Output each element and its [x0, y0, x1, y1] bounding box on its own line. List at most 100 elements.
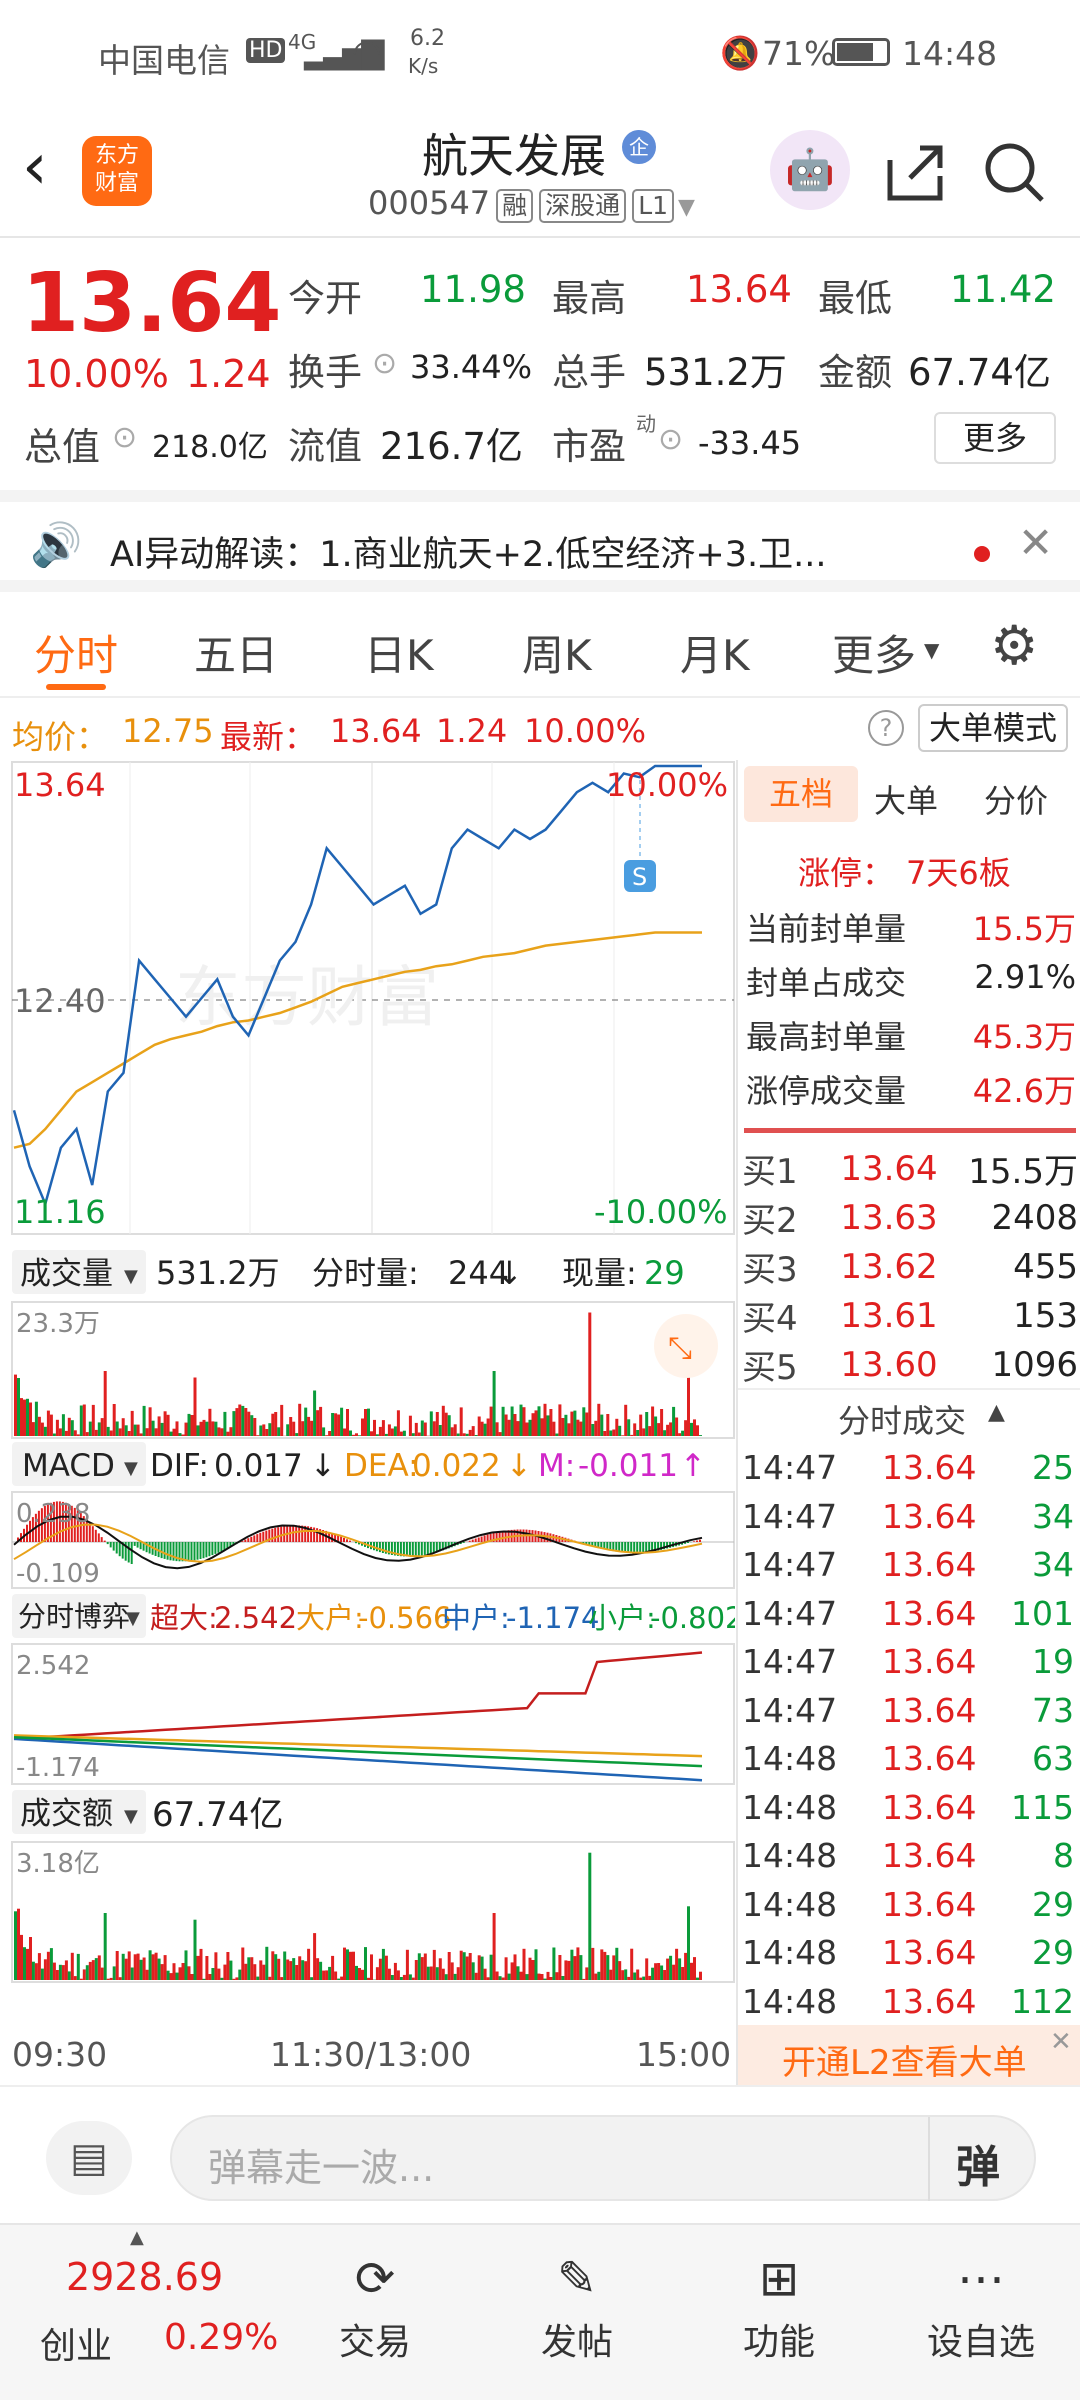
trade-row[interactable]: 14:48 13.64 112 — [742, 1976, 1074, 2025]
tab-five-levels[interactable]: 五档 — [744, 766, 858, 822]
bar — [633, 1972, 637, 1980]
ai-robot-icon[interactable]: 🤖 — [770, 130, 850, 210]
bar — [474, 1435, 478, 1436]
trade-row[interactable]: 14:47 13.64 73 — [742, 1685, 1074, 1734]
close-icon[interactable]: ✕ — [1018, 518, 1053, 567]
tab-five-day[interactable]: 五日 — [194, 622, 278, 683]
dropdown-icon[interactable]: ▼ — [678, 195, 695, 220]
nav-trade[interactable]: ⟳ 交易 — [310, 2245, 440, 2365]
bar — [55, 1970, 59, 1980]
trade-row[interactable]: 14:48 13.64 8 — [742, 1830, 1074, 1879]
ai-insight-text[interactable]: AI异动解读：1.商业航天+2.低空经济+3.卫... — [110, 526, 826, 577]
bar — [235, 1408, 239, 1436]
bar — [420, 1420, 424, 1436]
bar — [91, 1404, 95, 1436]
bar — [103, 1540, 106, 1542]
bar — [250, 1536, 253, 1542]
bar — [651, 1406, 655, 1436]
bar — [378, 1426, 382, 1436]
index-value[interactable]: 2928.69 — [66, 2255, 223, 2299]
bar — [220, 1542, 223, 1552]
big-order-mode-button[interactable]: 大单模式 — [918, 704, 1068, 752]
sort-up-icon[interactable]: ▲ — [988, 1400, 1005, 1425]
bar — [468, 1429, 472, 1436]
danmaku-input[interactable]: 弹幕走一波... 弹 — [170, 2115, 1036, 2201]
info-icon[interactable]: ⊙ — [372, 346, 397, 381]
bar — [462, 1433, 466, 1436]
gear-icon[interactable]: ⚙ — [990, 614, 1038, 677]
bar — [20, 1398, 23, 1436]
stock-code-row: 000547 融深股通 L1 ▼ — [368, 184, 695, 223]
bid-row[interactable]: 买3 13.62 455 — [742, 1242, 1078, 1291]
trade-row[interactable]: 14:47 13.64 34 — [742, 1539, 1074, 1588]
info-icon[interactable]: ⊙ — [112, 420, 137, 455]
bar — [286, 1424, 290, 1436]
trade-row[interactable]: 14:47 13.64 101 — [742, 1588, 1074, 1637]
game-ymin: -1.174 — [16, 1753, 100, 1783]
bar — [399, 1977, 403, 1980]
nav-add-watchlist-label: 设自选 — [926, 2322, 1035, 2363]
bar — [349, 1540, 351, 1542]
chevron-up-icon[interactable]: ▲ — [130, 2227, 144, 2248]
stat-label: 涨停成交量 — [746, 1072, 907, 1110]
bar — [29, 1402, 32, 1436]
tab-intraday[interactable]: 分时 — [34, 622, 118, 683]
trade-row[interactable]: 14:48 13.64 115 — [742, 1782, 1074, 1831]
nav-functions[interactable]: ⊞ 功能 — [714, 2245, 844, 2365]
stat-label: 封单占成交 — [746, 964, 907, 1002]
trade-row[interactable]: 14:48 13.64 29 — [742, 1879, 1074, 1928]
bar — [94, 1958, 98, 1980]
tab-more[interactable]: 更多 — [832, 622, 916, 683]
bar — [256, 1435, 260, 1436]
danmaku-settings-icon[interactable]: ▤ — [46, 2121, 132, 2195]
bar — [322, 1970, 326, 1980]
trade-row[interactable]: 14:48 13.64 63 — [742, 1733, 1074, 1782]
bar — [426, 1542, 429, 1555]
bar — [456, 1433, 460, 1436]
bar — [259, 1532, 262, 1542]
bar — [160, 1422, 164, 1436]
bar — [274, 1954, 278, 1980]
trades-title[interactable]: 分时成交 — [838, 1396, 966, 1442]
index-name[interactable]: 创业 — [40, 2317, 112, 2369]
l2-upgrade-banner[interactable]: 开通L2查看大单 ✕ — [738, 2025, 1080, 2085]
info-icon[interactable]: ⊙ — [658, 422, 683, 457]
bid-row[interactable]: 买4 13.61 153 — [742, 1291, 1078, 1340]
capital-game-label: 分时博弈 — [18, 1600, 130, 1633]
bid-row[interactable]: 买2 13.63 2408 — [742, 1193, 1078, 1242]
bar — [97, 1533, 100, 1542]
change-value: 1.24 — [436, 712, 508, 750]
help-icon[interactable]: ? — [868, 710, 904, 746]
ai-insight-bar[interactable]: 🔊 AI异动解读：1.商业航天+2.低空经济+3.卫... ✕ — [0, 490, 1080, 592]
tab-monthly-k[interactable]: 月K — [680, 622, 750, 683]
search-icon[interactable] — [982, 140, 1046, 204]
more-button[interactable]: 更多 — [934, 412, 1056, 464]
bar — [253, 1535, 256, 1542]
pe-label: 市盈 — [552, 425, 626, 468]
back-icon[interactable]: ‹ — [22, 130, 48, 204]
bid-row[interactable]: 买1 13.64 15.5万 — [742, 1144, 1078, 1193]
trade-row[interactable]: 14:48 13.64 29 — [742, 1927, 1074, 1976]
bid-row[interactable]: 买5 13.60 1096 — [742, 1340, 1078, 1389]
trade-row[interactable]: 14:47 13.64 34 — [742, 1491, 1074, 1540]
nav-add-watchlist[interactable]: ⋯ 设自选 — [916, 2245, 1046, 2365]
wifi-icon: ◠ — [352, 32, 382, 72]
bar — [420, 1957, 424, 1980]
change-percent: 10.00% — [24, 352, 169, 396]
tab-big-orders[interactable]: 大单 — [874, 776, 938, 822]
nav-post[interactable]: ✎ 发帖 — [512, 2245, 642, 2365]
index-change[interactable]: 0.29% — [164, 2317, 278, 2358]
trade-row[interactable]: 14:47 13.64 25 — [742, 1442, 1074, 1491]
bar — [121, 1418, 125, 1436]
bar — [262, 1424, 266, 1436]
tab-weekly-k[interactable]: 周K — [522, 622, 592, 683]
bar — [145, 1428, 149, 1436]
trade-row[interactable]: 14:47 13.64 19 — [742, 1636, 1074, 1685]
share-icon[interactable] — [884, 140, 948, 204]
close-icon[interactable]: ✕ — [1050, 2027, 1072, 2057]
danmaku-toggle-icon[interactable]: 弹 — [956, 2131, 1000, 2195]
tab-daily-k[interactable]: 日K — [364, 622, 434, 683]
bar — [289, 1417, 293, 1436]
bar — [100, 1418, 104, 1436]
tab-price-distribution[interactable]: 分价 — [984, 776, 1048, 822]
